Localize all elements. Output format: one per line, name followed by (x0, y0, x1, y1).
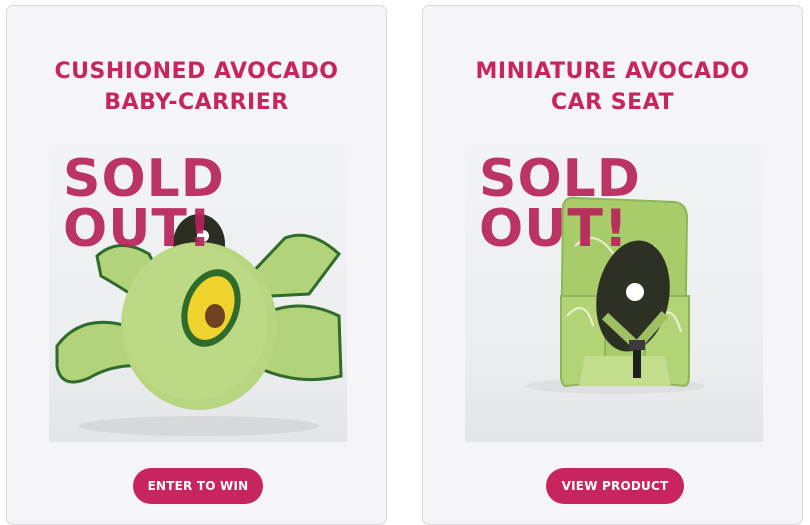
product-image[interactable]: SOLD OUT! (465, 146, 763, 442)
sold-out-line-2: OUT! (479, 199, 629, 259)
sold-out-badge: SOLD OUT! (63, 149, 225, 259)
sold-out-line-1: SOLD (479, 149, 641, 209)
product-card-car-seat: MINIATURE AVOCADO CAR SEAT SOLD OUT! VIE… (422, 5, 803, 525)
product-card-baby-carrier: CUSHIONED AVOCADO BABY-CARRIER SOLD OUT!… (6, 5, 387, 525)
product-title[interactable]: CUSHIONED AVOCADO BABY-CARRIER (7, 56, 386, 118)
view-product-button[interactable]: VIEW PRODUCT (546, 468, 684, 504)
sold-out-line-2: OUT! (63, 199, 213, 259)
product-title[interactable]: MINIATURE AVOCADO CAR SEAT (423, 56, 802, 118)
product-title-line-1: CUSHIONED AVOCADO (54, 59, 339, 84)
sold-out-badge: SOLD OUT! (479, 149, 641, 259)
product-title-line-1: MINIATURE AVOCADO (475, 59, 750, 84)
product-image[interactable]: SOLD OUT! (49, 146, 347, 442)
sold-out-line-1: SOLD (63, 149, 225, 209)
product-title-line-2: CAR SEAT (551, 90, 674, 115)
enter-to-win-button[interactable]: ENTER TO WIN (133, 468, 263, 504)
product-title-line-2: BABY-CARRIER (104, 90, 289, 115)
